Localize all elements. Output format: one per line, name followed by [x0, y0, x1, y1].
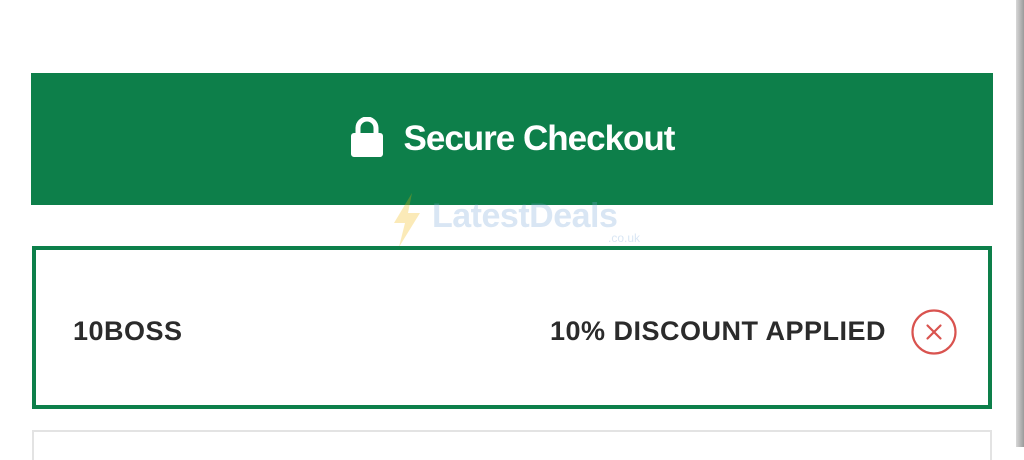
- close-circle-icon: [911, 309, 957, 355]
- secure-checkout-label: Secure Checkout: [403, 119, 676, 158]
- watermark-tld: .co.uk: [608, 231, 641, 245]
- scrollbar[interactable]: [1016, 0, 1024, 447]
- applied-coupon-box: 10BOSS 10% DISCOUNT APPLIED: [32, 246, 992, 409]
- lock-icon: [350, 117, 383, 157]
- discount-status: 10% DISCOUNT APPLIED: [549, 316, 886, 346]
- remove-coupon-button[interactable]: [910, 308, 958, 356]
- next-section-card: [32, 430, 992, 460]
- coupon-code: 10BOSS: [73, 316, 183, 346]
- secure-checkout-button[interactable]: Secure Checkout: [31, 73, 993, 205]
